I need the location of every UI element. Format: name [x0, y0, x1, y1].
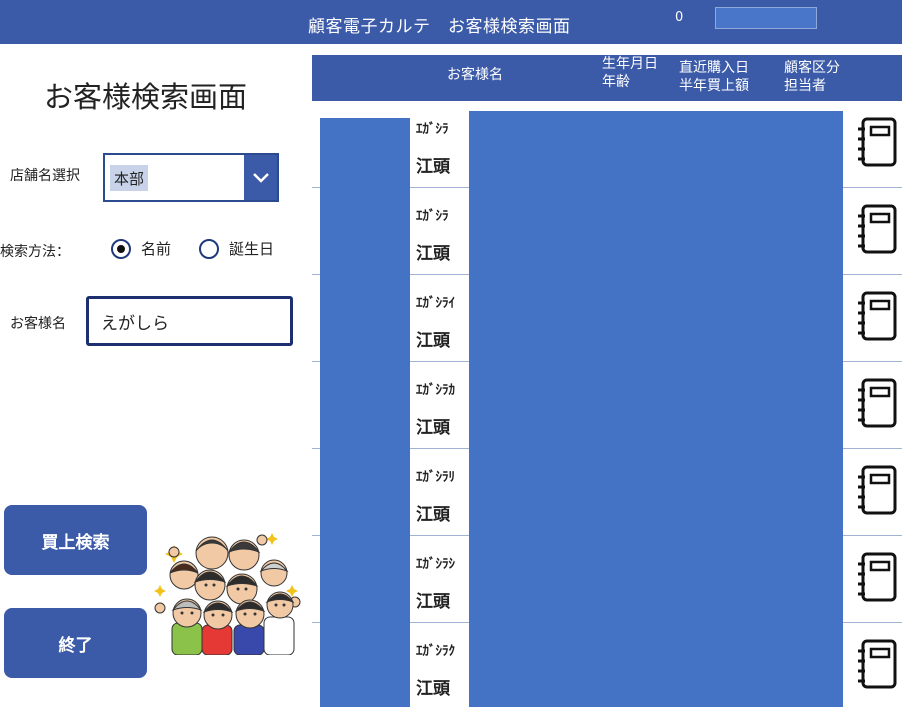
purchase-search-button[interactable]: 買上検索: [4, 505, 147, 575]
store-select[interactable]: 本部: [103, 153, 279, 202]
customer-kana: ｴｶﾞｼﾗ: [416, 122, 449, 137]
customer-kanji: 江頭: [416, 592, 450, 612]
notebook-icon[interactable]: [857, 465, 899, 515]
notebook-icon[interactable]: [857, 378, 899, 428]
header-bar: 顧客電子カルテ お客様検索画面 0: [0, 0, 902, 44]
customer-kana: ｴｶﾞｼﾗｸ: [416, 644, 455, 659]
customer-kanji: 江頭: [416, 244, 450, 264]
customer-kanji: 江頭: [416, 505, 450, 525]
customer-kana: ｴｶﾞｼﾗｶ: [416, 383, 455, 398]
cheering-people-illustration: [154, 533, 301, 655]
customer-kana: ｴｶﾞｼﾗｼ: [416, 557, 455, 572]
customer-kana: ｴｶﾞｼﾗﾘ: [416, 470, 455, 485]
app-title: 顧客電子カルテ お客様検索画面: [308, 17, 571, 37]
customer-kanji: 江頭: [416, 679, 450, 699]
customer-kana: ｴｶﾞｼﾗ: [416, 209, 449, 224]
search-method-label: 検索方法：: [0, 244, 70, 260]
radio-birthday[interactable]: 誕生日: [199, 238, 274, 259]
col-customer-class: 顧客区分: [784, 60, 840, 76]
redacted-block: [320, 118, 410, 707]
redacted-block: [469, 111, 843, 707]
customer-kanji: 江頭: [416, 331, 450, 351]
store-label: 店舗名選択: [10, 168, 80, 184]
col-birthdate: 生年月日: [602, 56, 658, 72]
radio-name[interactable]: 名前: [111, 238, 171, 259]
col-last-purchase: 直近購入日: [679, 60, 749, 76]
end-button[interactable]: 終了: [4, 608, 147, 678]
notebook-icon[interactable]: [857, 552, 899, 602]
col-staff: 担当者: [784, 78, 826, 94]
customer-kanji: 江頭: [416, 157, 450, 177]
radio-name-dot[interactable]: [111, 238, 131, 259]
notebook-icon[interactable]: [857, 639, 899, 689]
col-age: 年齢: [602, 74, 630, 90]
notebook-icon[interactable]: [857, 117, 899, 167]
col-half-year-amount: 半年買上額: [679, 78, 749, 94]
chevron-down-icon[interactable]: [244, 155, 277, 200]
customer-kana: ｴｶﾞｼﾗｲ: [416, 296, 455, 311]
col-customer-name: お客様名: [447, 67, 503, 83]
results-grid-header: お客様名 生年月日 年齢 直近購入日 半年買上額 顧客区分 担当者: [312, 55, 902, 101]
customer-name-label: お客様名: [10, 316, 66, 332]
store-select-value: 本部: [110, 165, 149, 191]
customer-kanji: 江頭: [416, 418, 450, 438]
header-field[interactable]: [715, 7, 817, 29]
results-grid: ｴｶﾞｼﾗ 江頭 ｴｶﾞｼﾗ 江頭 ｴｶﾞｼﾗｲ 江頭 ｴｶﾞｼﾗｶ 江頭 ｴｶ…: [312, 101, 902, 707]
notebook-icon[interactable]: [857, 291, 899, 341]
radio-birthday-label: 誕生日: [229, 240, 275, 258]
customer-name-input[interactable]: [86, 296, 293, 346]
page-title: お客様検索画面: [44, 80, 248, 114]
notebook-icon[interactable]: [857, 204, 899, 254]
header-count: 0: [675, 10, 684, 25]
radio-birthday-dot[interactable]: [199, 238, 219, 259]
radio-name-label: 名前: [141, 240, 172, 258]
